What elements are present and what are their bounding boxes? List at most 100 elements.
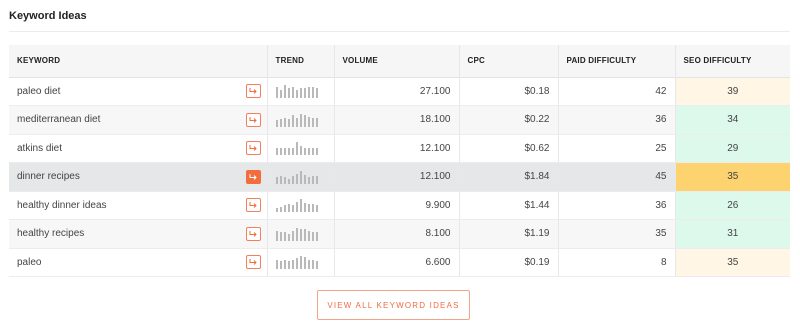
trend-bar	[291, 230, 294, 241]
column-header-cpc[interactable]: CPC	[459, 45, 559, 78]
trend-bar	[315, 88, 318, 99]
trend-bar	[315, 148, 318, 156]
seo-difficulty-value: 35	[675, 162, 790, 192]
column-header-seo-difficulty[interactable]: SEO DIFFICULTY	[675, 45, 790, 78]
paid-difficulty-value: 36	[558, 191, 676, 220]
keyword-action-button[interactable]	[245, 141, 261, 156]
trend-bar	[307, 230, 310, 241]
keyword-action-button[interactable]	[245, 169, 261, 184]
trend-bar	[311, 117, 314, 127]
table-row[interactable]: paleo diet 27.100 $0.18 42 39	[9, 77, 790, 106]
trend-sparkline	[275, 255, 326, 270]
volume-value: 12.100	[334, 134, 460, 163]
trend-bar	[307, 87, 310, 99]
trend-bar	[303, 257, 306, 270]
trend-bar	[279, 261, 282, 270]
trend-bar	[279, 148, 282, 156]
trend-bar	[311, 204, 314, 213]
trend-bar	[295, 227, 298, 241]
trend-bar	[287, 261, 290, 270]
section-title: Keyword Ideas	[9, 10, 87, 22]
trend-bar	[291, 114, 294, 127]
title-divider	[9, 31, 790, 32]
keyword-action-button[interactable]	[245, 255, 261, 270]
keyword-text: mediterranean diet	[17, 114, 101, 126]
keyword-action-button[interactable]	[245, 226, 261, 241]
trend-bar	[311, 175, 314, 184]
trend-bar	[299, 113, 302, 127]
trend-bar	[287, 118, 290, 127]
trend-bar	[287, 204, 290, 213]
trend-bar	[303, 148, 306, 156]
trend-bar	[275, 260, 278, 270]
trend-bar	[283, 231, 286, 241]
trend-bar	[275, 87, 278, 99]
seo-difficulty-value: 26	[675, 191, 790, 220]
table-row[interactable]: dinner recipes 12.100 $1.84 45 35	[9, 162, 790, 192]
cpc-value: $0.19	[459, 248, 559, 277]
seo-difficulty-value: 39	[675, 77, 790, 106]
trend-bar	[315, 205, 318, 213]
trend-bar	[275, 208, 278, 213]
trend-bar	[291, 175, 294, 184]
keyword-action-button[interactable]	[245, 198, 261, 213]
trend-bar	[299, 146, 302, 156]
arrow-turn-right-icon	[249, 88, 257, 95]
trend-bar	[295, 202, 298, 213]
seo-difficulty-value: 31	[675, 219, 790, 249]
trend-bar	[311, 260, 314, 270]
trend-bar	[291, 148, 294, 156]
view-all-keyword-ideas-button[interactable]: VIEW ALL KEYWORD IDEAS	[317, 290, 470, 320]
trend-bar	[279, 175, 282, 184]
paid-difficulty-value: 8	[558, 248, 676, 277]
trend-bar	[299, 199, 302, 213]
arrow-turn-right-icon	[249, 202, 257, 209]
trend-bar	[307, 176, 310, 184]
cpc-value: $1.44	[459, 191, 559, 220]
trend-bar	[283, 148, 286, 156]
trend-bar	[307, 116, 310, 127]
seo-difficulty-value: 29	[675, 134, 790, 163]
trend-bar	[299, 256, 302, 270]
paid-difficulty-value: 42	[558, 77, 676, 106]
table-row[interactable]: healthy recipes 8.100 $1.19 35 31	[9, 219, 790, 249]
table-row[interactable]: atkins diet 12.100 $0.62 25 29	[9, 134, 790, 163]
table-row[interactable]: paleo 6.600 $0.19 8 35	[9, 248, 790, 277]
trend-sparkline	[275, 113, 326, 127]
trend-bar	[311, 148, 314, 156]
column-header-keyword[interactable]: KEYWORD	[9, 45, 268, 78]
trend-bar	[283, 117, 286, 127]
trend-bar	[303, 114, 306, 127]
trend-bar	[315, 175, 318, 184]
trend-bar	[275, 230, 278, 241]
trend-sparkline	[275, 170, 326, 184]
trend-bar	[315, 117, 318, 127]
trend-sparkline	[275, 141, 326, 156]
keyword-action-button[interactable]	[245, 112, 261, 127]
arrow-turn-right-icon	[249, 145, 257, 152]
trend-bar	[299, 170, 302, 184]
trend-bar	[279, 90, 282, 99]
column-header-volume[interactable]: VOLUME	[334, 45, 460, 78]
column-header-trend[interactable]: TREND	[267, 45, 335, 78]
volume-value: 18.100	[334, 105, 460, 135]
volume-value: 6.600	[334, 248, 460, 277]
keyword-text: paleo	[17, 256, 42, 268]
trend-bar	[303, 174, 306, 184]
keyword-action-button[interactable]	[245, 84, 261, 99]
trend-bar	[279, 231, 282, 241]
trend-bar	[275, 176, 278, 184]
trend-bar	[279, 207, 282, 213]
column-header-paid-difficulty[interactable]: PAID DIFFICULTY	[558, 45, 676, 78]
trend-sparkline	[275, 198, 326, 213]
table-row[interactable]: mediterranean diet 18.100 $0.22 36 34	[9, 105, 790, 135]
cpc-value: $0.22	[459, 105, 559, 135]
table-row[interactable]: healthy dinner ideas 9.900 $1.44 36 26	[9, 191, 790, 220]
trend-bar	[283, 260, 286, 270]
paid-difficulty-value: 36	[558, 105, 676, 135]
paid-difficulty-value: 45	[558, 162, 676, 192]
keyword-ideas-table: KEYWORD TREND VOLUME CPC PAID DIFFICULTY…	[9, 45, 790, 277]
volume-value: 8.100	[334, 219, 460, 249]
trend-bar	[287, 233, 290, 241]
trend-bar	[283, 205, 286, 213]
